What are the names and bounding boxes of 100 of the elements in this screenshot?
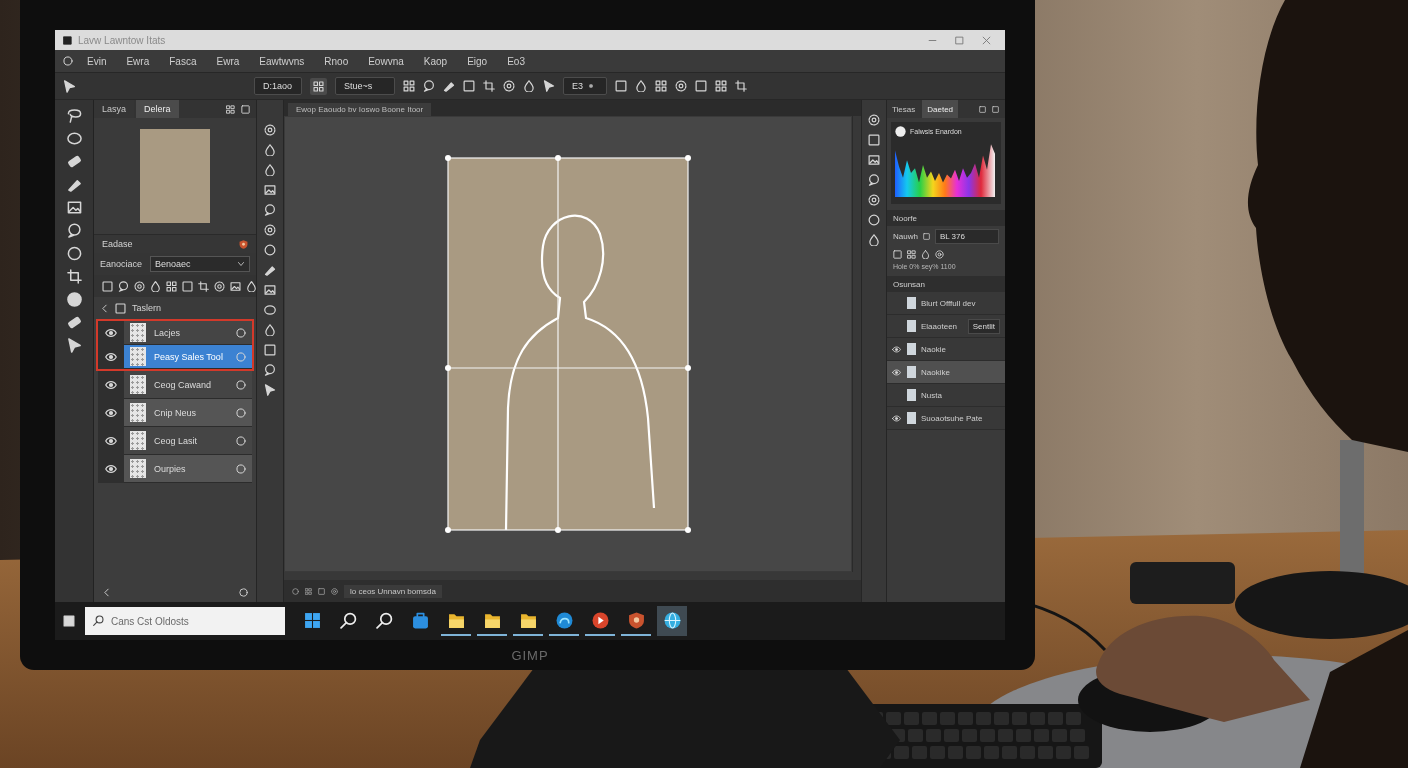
menu-item[interactable]: Rnoo bbox=[318, 53, 355, 69]
menu-item[interactable]: Evin bbox=[81, 53, 113, 69]
speech-bubble-icon[interactable] bbox=[423, 80, 435, 92]
brush-icon[interactable] bbox=[443, 80, 455, 92]
taskbar-button[interactable] bbox=[657, 606, 687, 636]
speech-bubble-icon[interactable] bbox=[868, 174, 880, 186]
crop-handle[interactable] bbox=[445, 155, 451, 161]
gear-icon[interactable] bbox=[134, 280, 145, 292]
eye-icon[interactable] bbox=[105, 435, 117, 447]
crop-handle[interactable] bbox=[685, 365, 691, 371]
layer-row[interactable]: Ourpies bbox=[124, 455, 252, 483]
value-field[interactable]: BL 376 bbox=[934, 228, 999, 244]
color-picker-icon[interactable] bbox=[895, 126, 906, 137]
square-icon[interactable] bbox=[182, 280, 193, 292]
size-field[interactable]: E3 bbox=[563, 77, 607, 95]
crop-handle[interactable] bbox=[685, 527, 691, 533]
gear-icon[interactable] bbox=[264, 224, 276, 236]
eye-icon[interactable] bbox=[105, 407, 117, 419]
gear-icon[interactable] bbox=[264, 124, 276, 136]
menu-item[interactable]: Eowvna bbox=[362, 53, 410, 69]
speech-bubble-icon[interactable] bbox=[66, 223, 82, 238]
eye-icon[interactable] bbox=[105, 351, 117, 363]
eye-icon[interactable] bbox=[892, 344, 901, 354]
drop-icon[interactable] bbox=[150, 280, 161, 292]
square-icon[interactable] bbox=[102, 280, 113, 292]
gear-icon[interactable] bbox=[868, 114, 880, 126]
grid-icon[interactable] bbox=[907, 249, 916, 259]
close-icon[interactable] bbox=[982, 35, 991, 45]
ring-icon[interactable] bbox=[66, 246, 82, 261]
square-icon[interactable] bbox=[893, 249, 902, 259]
menu-item[interactable]: Ewra bbox=[210, 53, 246, 69]
vertical-scrollbar[interactable] bbox=[852, 116, 861, 572]
image-icon[interactable] bbox=[868, 154, 880, 166]
window-icon[interactable] bbox=[63, 615, 75, 627]
eye-icon[interactable] bbox=[892, 413, 901, 423]
ring-icon[interactable] bbox=[236, 379, 246, 390]
grid-icon[interactable] bbox=[403, 80, 415, 92]
layer-row[interactable]: Peasy Sales Tool bbox=[124, 345, 252, 369]
gear-icon[interactable] bbox=[503, 80, 515, 92]
crop-handle[interactable] bbox=[555, 527, 561, 533]
ring-icon[interactable] bbox=[264, 244, 276, 256]
grid-icon[interactable] bbox=[655, 80, 667, 92]
pointer-icon[interactable] bbox=[264, 384, 276, 396]
square-icon[interactable] bbox=[992, 105, 999, 113]
grid-icon[interactable] bbox=[226, 104, 235, 114]
square-icon[interactable] bbox=[922, 232, 930, 240]
eye-icon[interactable] bbox=[892, 367, 901, 377]
menu-item[interactable]: Kaop bbox=[417, 53, 454, 69]
brush-icon[interactable] bbox=[66, 177, 82, 192]
gear-icon[interactable] bbox=[935, 249, 944, 259]
image-icon[interactable] bbox=[66, 200, 82, 215]
menu-item[interactable]: Eo3 bbox=[501, 53, 531, 69]
eye-icon[interactable] bbox=[105, 379, 117, 391]
square-icon[interactable] bbox=[615, 80, 627, 92]
drop-icon[interactable] bbox=[921, 249, 930, 259]
search-field[interactable]: Cans Cst Oldosts bbox=[85, 607, 285, 635]
drop-icon[interactable] bbox=[264, 324, 276, 336]
layer-row[interactable]: Lacjes bbox=[124, 321, 252, 345]
square-icon[interactable] bbox=[264, 344, 276, 356]
ellipse-icon[interactable] bbox=[66, 131, 82, 146]
crop-handle[interactable] bbox=[555, 155, 561, 161]
square-icon[interactable] bbox=[695, 80, 707, 92]
document-tab[interactable]: Ewop Eaoudo bv Ioswo Boone Itoor bbox=[288, 103, 432, 116]
crop-handle[interactable] bbox=[685, 155, 691, 161]
speech-bubble-icon[interactable] bbox=[264, 364, 276, 376]
menu-item[interactable]: Eigo bbox=[461, 53, 494, 69]
layer-row[interactable]: Cnip Neus bbox=[124, 399, 252, 427]
caret-icon[interactable] bbox=[100, 303, 109, 313]
square-icon[interactable] bbox=[241, 104, 250, 114]
grid-icon[interactable] bbox=[715, 80, 727, 92]
mode-dropdown[interactable]: Stue~s bbox=[335, 77, 395, 95]
gear-icon[interactable] bbox=[675, 80, 687, 92]
drop-icon[interactable] bbox=[635, 80, 647, 92]
image-icon[interactable] bbox=[230, 280, 241, 292]
panel-tab[interactable]: Delera bbox=[136, 100, 179, 118]
grid-icon[interactable] bbox=[166, 280, 177, 292]
visibility-toggle[interactable] bbox=[98, 455, 124, 483]
gear-icon[interactable] bbox=[868, 194, 880, 206]
ring-icon[interactable] bbox=[239, 587, 248, 597]
drop-icon[interactable] bbox=[523, 80, 535, 92]
value-field[interactable]: Sentlit bbox=[967, 318, 1000, 334]
menu-item[interactable]: Ewra bbox=[120, 53, 156, 69]
layer-row[interactable]: Ceog Cawand bbox=[124, 371, 252, 399]
ring-icon[interactable] bbox=[236, 435, 246, 446]
drop-icon[interactable] bbox=[868, 234, 880, 246]
crop-icon[interactable] bbox=[198, 280, 209, 292]
visibility-toggle[interactable] bbox=[98, 371, 124, 399]
menu-item[interactable]: Eawtwvns bbox=[253, 53, 311, 69]
horizontal-scrollbar[interactable] bbox=[284, 572, 861, 580]
crop-handle[interactable] bbox=[445, 527, 451, 533]
layer-row[interactable]: Ceog Lasit bbox=[124, 427, 252, 455]
ring-icon[interactable] bbox=[236, 407, 246, 418]
lasso-icon[interactable] bbox=[66, 108, 82, 123]
caret-icon[interactable] bbox=[102, 587, 111, 597]
crop-icon[interactable] bbox=[66, 269, 82, 284]
panel-row[interactable]: Naokike bbox=[887, 361, 1005, 384]
ring-icon[interactable] bbox=[236, 463, 246, 474]
tool-button[interactable] bbox=[310, 77, 327, 95]
ring-icon[interactable] bbox=[236, 327, 246, 338]
crop-icon[interactable] bbox=[735, 80, 747, 92]
